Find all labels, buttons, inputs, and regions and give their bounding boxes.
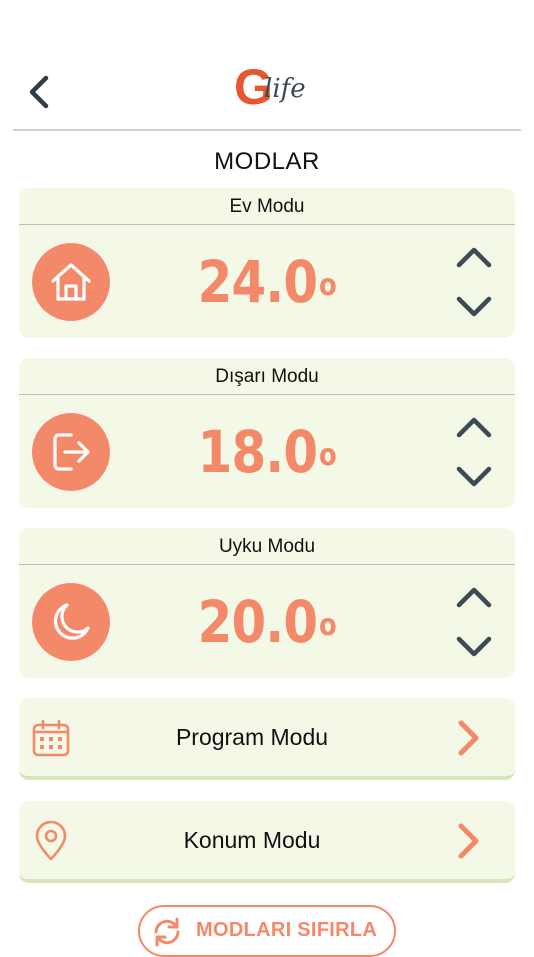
- decrease-button[interactable]: [455, 632, 493, 662]
- mode-title: Uyku Modu: [218, 536, 316, 557]
- chevron-down-icon: [456, 296, 492, 317]
- location-mode-label: Konum Modu: [183, 827, 321, 853]
- refresh-icon: [154, 917, 180, 947]
- decrease-button[interactable]: [455, 292, 493, 322]
- decrease-button[interactable]: [455, 462, 493, 492]
- program-mode-button[interactable]: Program Modu: [19, 698, 515, 780]
- increase-button[interactable]: [455, 582, 493, 612]
- mode-card-home: Ev Modu 24.0o: [19, 188, 515, 338]
- header-divider: [13, 129, 521, 131]
- logo-life: life: [264, 74, 306, 104]
- temperature-value: 18.0: [197, 418, 318, 486]
- temperature-value: 20.0: [197, 588, 318, 656]
- mode-card-away: Dışarı Modu 18.0o: [19, 358, 515, 508]
- degree-symbol: o: [318, 608, 337, 643]
- chevron-right-icon: [458, 823, 479, 859]
- chevron-up-icon: [456, 587, 492, 608]
- chevron-up-icon: [456, 417, 492, 438]
- temperature-display: 18.0o: [53, 420, 480, 484]
- reset-modes-button[interactable]: MODLARI SIFIRLA: [138, 905, 396, 957]
- increase-button[interactable]: [455, 242, 493, 272]
- chevron-right-icon: [458, 720, 479, 756]
- chevron-left-icon: [29, 75, 49, 109]
- degree-symbol: o: [318, 438, 337, 473]
- program-mode-label: Program Modu: [175, 724, 329, 750]
- mode-separator: [19, 224, 515, 225]
- location-mode-button[interactable]: Konum Modu: [19, 801, 515, 883]
- chevron-down-icon: [456, 466, 492, 487]
- mode-separator: [19, 394, 515, 395]
- mode-title: Dışarı Modu: [215, 366, 319, 387]
- temperature-display: 20.0o: [53, 590, 480, 654]
- mode-title: Ev Modu: [229, 196, 305, 217]
- page-title: MODLAR: [214, 148, 320, 175]
- mode-separator: [19, 564, 515, 565]
- degree-symbol: o: [318, 268, 337, 303]
- temperature-display: 24.0o: [53, 250, 480, 314]
- temperature-value: 24.0: [197, 248, 318, 316]
- chevron-down-icon: [456, 636, 492, 657]
- increase-button[interactable]: [455, 412, 493, 442]
- app-logo: G life: [234, 62, 314, 118]
- app-header: G life: [0, 0, 534, 130]
- chevron-up-icon: [456, 247, 492, 268]
- reset-modes-label: MODLARI SIFIRLA: [196, 919, 378, 941]
- back-button[interactable]: [22, 72, 58, 112]
- mode-card-sleep: Uyku Modu 20.0o: [19, 528, 515, 678]
